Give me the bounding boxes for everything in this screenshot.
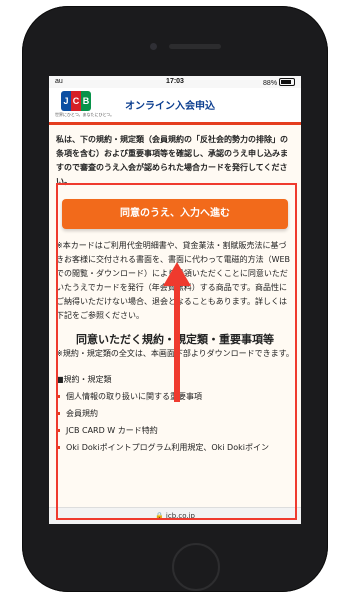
status-bar: au 17:03 88%	[49, 76, 301, 88]
terms-item-points[interactable]: Oki Dokiポイントプログラム利用規定、Oki Dokiポイン	[56, 441, 294, 455]
logo-letter-c: C	[71, 91, 81, 111]
battery-icon	[279, 78, 295, 86]
consent-statement: 私は、下の規約・規定類（会員規約の「反社会的勢力の排除」の条項を含む）および重要…	[56, 135, 288, 186]
page-title: オンライン入会申込	[125, 101, 215, 112]
battery-percent: 88%	[263, 80, 278, 87]
agree-continue-button[interactable]: 同意のうえ、入力へ進む	[62, 199, 288, 229]
highlight-arrow-shaft	[174, 285, 180, 402]
home-button[interactable]	[172, 543, 220, 591]
terms-item-card-special[interactable]: JCB CARD W カード特約	[56, 424, 294, 438]
terms-item-member-agreement[interactable]: 会員規約	[56, 407, 294, 421]
url-text: jcb.co.jp	[165, 512, 196, 520]
battery-status: 88%	[263, 78, 295, 87]
logo-tagline: 世界にひとつ。あなたにひとつ。	[55, 112, 115, 117]
logo-letter-j: J	[61, 91, 71, 111]
address-bar[interactable]: 🔒 jcb.co.jp	[49, 507, 301, 524]
front-camera	[150, 43, 157, 50]
earpiece-speaker	[169, 44, 221, 49]
lock-icon: 🔒	[154, 512, 166, 520]
jcb-logo[interactable]: J C B	[61, 91, 91, 111]
page-header: J C B 世界にひとつ。あなたにひとつ。 オンライン入会申込	[49, 88, 301, 125]
up-arrow-icon	[163, 262, 191, 286]
logo-letter-b: B	[81, 91, 91, 111]
